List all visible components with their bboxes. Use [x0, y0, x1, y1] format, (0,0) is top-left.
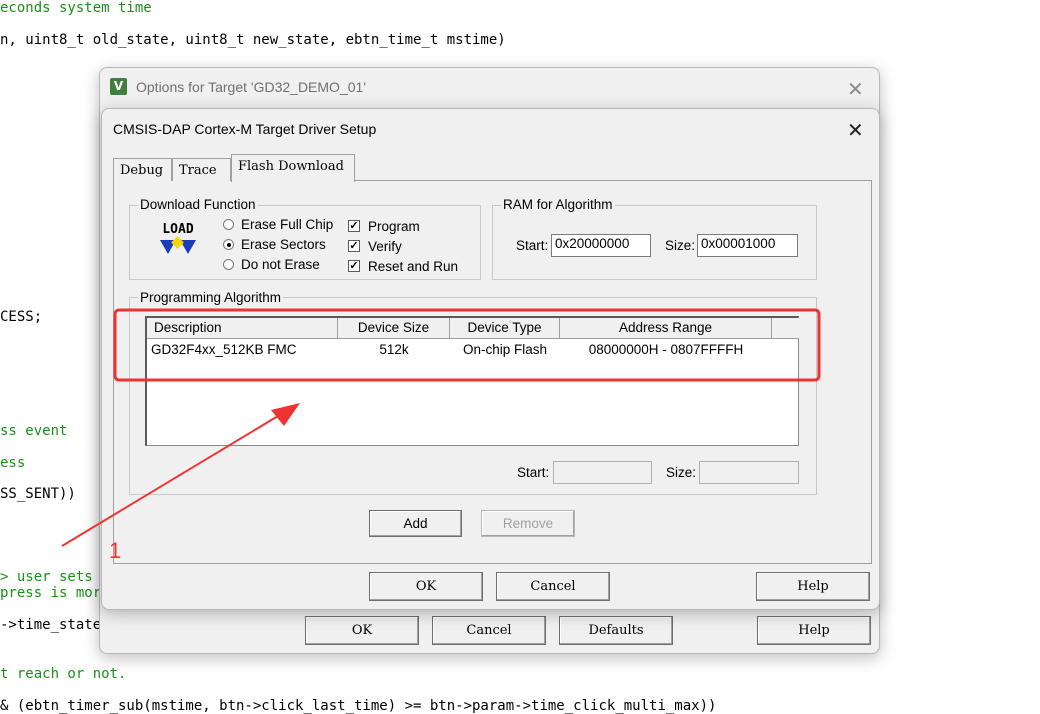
erase-sectors-label: Erase Sectors	[241, 237, 326, 252]
program-checkbox[interactable]: ✓	[348, 220, 360, 232]
do-not-erase-radio[interactable]	[223, 259, 234, 270]
table-row[interactable]: GD32F4xx_512KB FMC 512k On-chip Flash 08…	[147, 339, 799, 361]
code-line: econds system time	[0, 0, 152, 16]
load-icon: LOAD	[157, 222, 199, 262]
algorithm-size-label: Size:	[666, 465, 697, 480]
tab-debug[interactable]: Debug	[113, 158, 172, 181]
options-cancel-button[interactable]: Cancel	[432, 616, 546, 645]
algorithm-start-input[interactable]	[553, 461, 652, 484]
close-icon[interactable]: ✕	[847, 120, 864, 140]
options-defaults-button[interactable]: Defaults	[559, 616, 673, 645]
reset-and-run-checkbox[interactable]: ✓	[348, 260, 360, 272]
code-line: > user sets	[0, 569, 93, 585]
code-line: CESS;	[0, 309, 43, 325]
options-dialog-title: Options for Target 'GD32_DEMO_01'	[136, 79, 366, 95]
load-icon-text: LOAD	[162, 222, 194, 237]
driver-help-button[interactable]: Help	[756, 572, 870, 601]
driver-dialog-title: CMSIS-DAP Cortex-M Target Driver Setup	[113, 121, 377, 137]
col-device-type[interactable]: Device Type	[450, 318, 560, 338]
cell-description: GD32F4xx_512KB FMC	[151, 342, 297, 357]
tab-flash-download[interactable]: Flash Download	[231, 154, 355, 182]
col-description[interactable]: Description	[147, 318, 338, 338]
erase-full-chip-label: Erase Full Chip	[241, 217, 334, 232]
ram-for-algorithm-label: RAM for Algorithm	[501, 197, 615, 212]
cell-device-size: 512k	[379, 342, 409, 357]
algorithm-start-label: Start:	[517, 465, 550, 480]
code-line: ss event	[0, 423, 68, 439]
code-line: ->time_state	[0, 617, 102, 633]
driver-cancel-button[interactable]: Cancel	[496, 572, 610, 601]
col-address-range[interactable]: Address Range	[560, 318, 772, 338]
algorithm-table: Description Device Size Device Type Addr…	[145, 316, 799, 446]
erase-sectors-radio[interactable]	[223, 239, 234, 250]
table-header: Description Device Size Device Type Addr…	[147, 318, 799, 339]
verify-checkbox[interactable]: ✓	[348, 240, 360, 252]
keil-app-icon: V	[110, 78, 127, 95]
cell-device-type: On-chip Flash	[462, 342, 548, 357]
ram-start-label: Start:	[516, 238, 549, 253]
download-function-label: Download Function	[138, 197, 258, 212]
program-label: Program	[368, 219, 420, 234]
programming-algorithm-label: Programming Algorithm	[138, 290, 284, 305]
cell-address-range: 08000000H - 0807FFFFH	[588, 342, 744, 357]
close-icon[interactable]: ✕	[847, 79, 864, 99]
options-ok-button[interactable]: OK	[305, 616, 419, 645]
remove-button[interactable]: Remove	[481, 510, 575, 537]
code-line: SS_SENT))	[0, 486, 76, 502]
reset-and-run-label: Reset and Run	[368, 259, 459, 274]
code-line: ess	[0, 455, 26, 471]
code-line: & (ebtn_timer_sub(mstime, btn->click_las…	[0, 698, 717, 714]
annotation-number: 1	[109, 538, 122, 563]
do-not-erase-label: Do not Erase	[241, 257, 320, 272]
driver-setup-dialog: CMSIS-DAP Cortex-M Target Driver Setup ✕…	[101, 108, 880, 610]
driver-ok-button[interactable]: OK	[369, 572, 483, 601]
code-line: t reach or not.	[0, 666, 127, 682]
code-line: press is mor	[0, 585, 102, 601]
code-line: n, uint8_t old_state, uint8_t new_state,…	[0, 32, 506, 48]
add-button[interactable]: Add	[369, 510, 462, 537]
options-help-button[interactable]: Help	[757, 616, 871, 645]
col-device-size[interactable]: Device Size	[338, 318, 450, 338]
verify-label: Verify	[368, 239, 402, 254]
ram-size-label: Size:	[665, 238, 696, 253]
tab-trace[interactable]: Trace	[172, 158, 231, 181]
ram-start-input[interactable]: 0x20000000	[551, 234, 651, 257]
algorithm-size-input[interactable]	[699, 461, 799, 484]
erase-full-chip-radio[interactable]	[223, 219, 234, 230]
ram-size-input[interactable]: 0x00001000	[697, 234, 798, 257]
